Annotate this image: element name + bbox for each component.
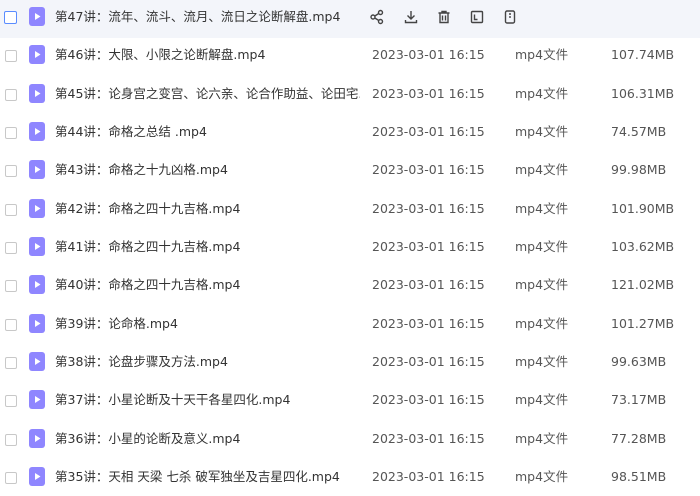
file-row[interactable]: 第47讲：流年、流斗、流月、流日之论断解盘.mp4 (0, 0, 700, 38)
file-name[interactable]: 第44讲：命格之总结 .mp4 (55, 115, 360, 153)
modified-date: 2023-03-01 16:15 (372, 392, 485, 408)
file-row[interactable]: 第42讲：命格之四十九吉格.mp4 2023-03-01 16:15 mp4文件 10… (0, 192, 700, 230)
file-size: 74.57MB (611, 123, 667, 139)
file-size: 77.28MB (611, 430, 667, 446)
file-row[interactable]: 第37讲：小星论断及十天干各星四化.mp4 2023-03-01 16:15 mp4… (0, 383, 700, 421)
video-file-icon (29, 313, 45, 333)
file-size: 107.74MB (611, 47, 675, 63)
row-checkbox[interactable] (5, 50, 17, 63)
video-file-icon (29, 351, 45, 371)
modified-date: 2023-03-01 16:15 (372, 277, 485, 293)
video-file-icon (29, 275, 45, 295)
video-file-icon (29, 198, 45, 218)
file-name[interactable]: 第41讲：命格之四十九吉格.mp4 (55, 230, 360, 268)
row-checkbox[interactable] (5, 356, 17, 369)
file-type: mp4文件 (515, 277, 569, 293)
file-type: mp4文件 (515, 123, 569, 139)
modified-date: 2023-03-01 16:15 (372, 353, 485, 369)
row-checkbox[interactable] (5, 433, 17, 446)
file-type: mp4文件 (515, 200, 569, 216)
row-checkbox[interactable] (5, 471, 17, 484)
modified-date: 2023-03-01 16:15 (372, 238, 485, 254)
file-type: mp4文件 (515, 85, 569, 101)
file-name[interactable]: 第39讲：论命格.mp4 (55, 307, 360, 345)
modified-date: 2023-03-01 16:15 (372, 468, 485, 484)
file-name[interactable]: 第35讲：天相 天梁 七杀 破军独坐及吉星四化.mp4 (55, 460, 360, 496)
row-checkbox[interactable] (5, 203, 17, 216)
file-name[interactable]: 第42讲：命格之四十九吉格.mp4 (55, 192, 360, 230)
row-checkbox[interactable] (5, 241, 17, 254)
modified-date: 2023-03-01 16:15 (372, 162, 485, 178)
file-size: 121.02MB (611, 277, 675, 293)
file-type: mp4文件 (515, 392, 569, 408)
file-type: mp4文件 (515, 430, 569, 446)
file-name[interactable]: 第36讲：小星的论断及意义.mp4 (55, 422, 360, 460)
file-row[interactable]: 第39讲：论命格.mp4 2023-03-01 16:15 mp4文件 101.27M… (0, 307, 700, 345)
video-file-icon (29, 83, 45, 103)
file-name[interactable]: 第38讲：论盘步骤及方法.mp4 (55, 345, 360, 383)
row-checkbox[interactable] (5, 395, 17, 408)
file-name[interactable]: 第47讲：流年、流斗、流月、流日之论断解盘.mp4 (55, 0, 355, 38)
file-row[interactable]: 第46讲：大限、小限之论断解盘.mp4 2023-03-01 16:15 mp4文件… (0, 38, 700, 76)
file-size: 106.31MB (611, 85, 675, 101)
file-type: mp4文件 (515, 238, 569, 254)
file-row[interactable]: 第44讲：命格之总结 .mp4 2023-03-01 16:15 mp4文件 74.5… (0, 115, 700, 153)
row-checkbox[interactable] (5, 318, 17, 331)
modified-date: 2023-03-01 16:15 (372, 85, 485, 101)
row-checkbox[interactable] (5, 280, 17, 293)
file-size: 98.51MB (611, 468, 667, 484)
file-size: 99.63MB (611, 353, 667, 369)
file-name[interactable]: 第46讲：大限、小限之论断解盘.mp4 (55, 38, 360, 76)
file-row[interactable]: 第35讲：天相 天梁 七杀 破军独坐及吉星四化.mp4 2023-03-01 16… (0, 460, 700, 496)
file-type: mp4文件 (515, 47, 569, 63)
video-file-icon (29, 160, 45, 180)
video-file-icon (29, 390, 45, 410)
video-file-icon (29, 45, 45, 65)
file-size: 99.98MB (611, 162, 667, 178)
share-icon[interactable] (366, 6, 388, 28)
file-type: mp4文件 (515, 468, 569, 484)
file-row[interactable]: 第40讲：命格之四十九吉格.mp4 2023-03-01 16:15 mp4文件 12… (0, 268, 700, 306)
video-file-icon (29, 7, 45, 26)
file-row[interactable]: 第36讲：小星的论断及意义.mp4 2023-03-01 16:15 mp4文件 77… (0, 422, 700, 460)
file-name[interactable]: 第37讲：小星论断及十天干各星四化.mp4 (55, 383, 360, 421)
video-file-icon (29, 466, 45, 486)
rename-icon[interactable] (466, 6, 488, 28)
row-checkbox[interactable] (4, 11, 17, 24)
modified-date: 2023-03-01 16:15 (372, 315, 485, 331)
video-file-icon (29, 428, 45, 448)
file-row[interactable]: 第38讲：论盘步骤及方法.mp4 2023-03-01 16:15 mp4文件 99.… (0, 345, 700, 383)
file-row[interactable]: 第45讲：论身宫之变宫、论六亲、论合作助益、论田宅.m... 2023-03-01… (0, 77, 700, 115)
file-size: 73.17MB (611, 392, 667, 408)
file-size: 103.62MB (611, 238, 675, 254)
download-icon[interactable] (400, 6, 422, 28)
file-size: 101.27MB (611, 315, 675, 331)
file-type: mp4文件 (515, 353, 569, 369)
file-name[interactable]: 第43讲：命格之十九凶格.mp4 (55, 153, 360, 191)
file-list: 第47讲：流年、流斗、流月、流日之论断解盘.mp4 第46讲：大限、小限之论断解盘… (0, 0, 700, 496)
modified-date: 2023-03-01 16:15 (372, 430, 485, 446)
file-name[interactable]: 第45讲：论身宫之变宫、论六亲、论合作助益、论田宅.m... (55, 77, 360, 115)
file-name[interactable]: 第40讲：命格之四十九吉格.mp4 (55, 268, 360, 306)
file-row[interactable]: 第43讲：命格之十九凶格.mp4 2023-03-01 16:15 mp4文件 99.… (0, 153, 700, 191)
file-type: mp4文件 (515, 162, 569, 178)
more-icon[interactable] (499, 6, 521, 28)
row-checkbox[interactable] (5, 88, 17, 101)
video-file-icon (29, 236, 45, 256)
video-file-icon (29, 121, 45, 141)
file-type: mp4文件 (515, 315, 569, 331)
modified-date: 2023-03-01 16:15 (372, 123, 485, 139)
modified-date: 2023-03-01 16:15 (372, 47, 485, 63)
modified-date: 2023-03-01 16:15 (372, 200, 485, 216)
file-row[interactable]: 第41讲：命格之四十九吉格.mp4 2023-03-01 16:15 mp4文件 10… (0, 230, 700, 268)
file-size: 101.90MB (611, 200, 675, 216)
row-checkbox[interactable] (5, 126, 17, 139)
delete-icon[interactable] (433, 6, 455, 28)
row-checkbox[interactable] (5, 165, 17, 178)
